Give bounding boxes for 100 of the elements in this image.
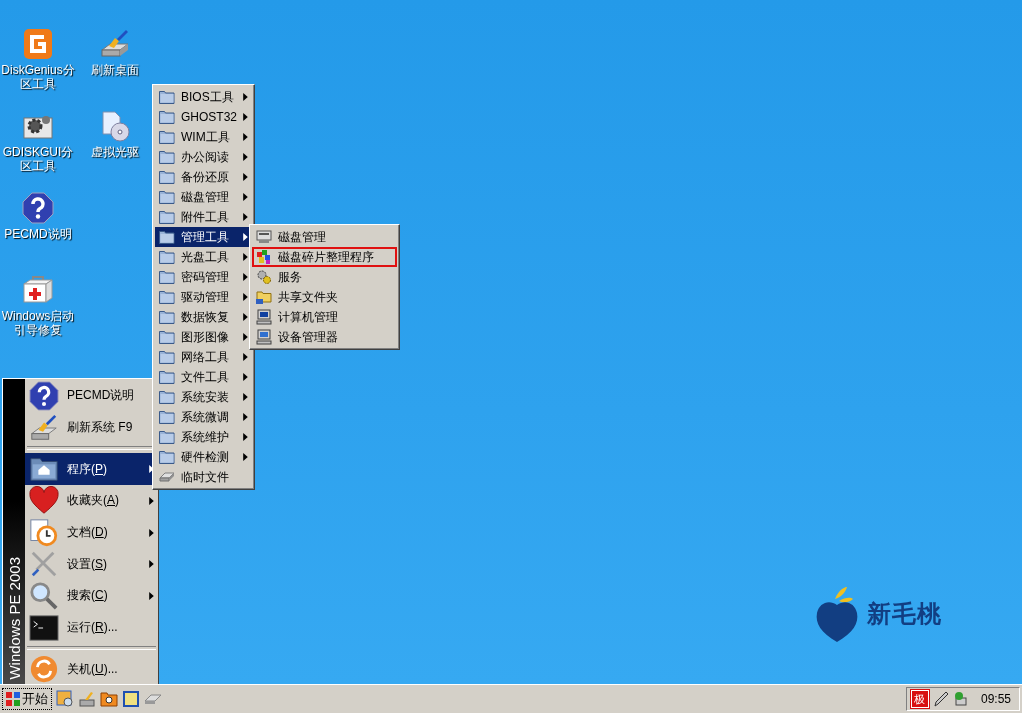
menu-item[interactable]: 磁盘管理	[252, 227, 397, 247]
menu-item[interactable]: 计算机管理	[252, 307, 397, 327]
folder-icon	[159, 290, 175, 304]
menu-item[interactable]: 数据恢复	[155, 307, 252, 327]
menu-item-label: 管理工具	[181, 228, 230, 246]
start-menu-item[interactable]: 收藏夹(A)	[25, 485, 158, 517]
folder-icon	[159, 270, 175, 284]
menu-item[interactable]: 服务	[252, 267, 397, 287]
menu-item[interactable]: 磁盘管理	[155, 187, 252, 207]
folder-icon	[159, 450, 175, 464]
menu-item-label: GHOST32	[181, 110, 237, 124]
menu-item[interactable]: 管理工具	[155, 227, 252, 247]
folder-search-icon[interactable]	[100, 690, 118, 708]
menu-item-label: 驱动管理	[181, 288, 230, 306]
help-icon	[22, 192, 54, 224]
menu-item[interactable]: 临时文件	[155, 467, 252, 487]
start-menu-item[interactable]: 设置(S)	[25, 548, 158, 580]
menu-item[interactable]: 办公阅读	[155, 147, 252, 167]
folder-icon	[159, 310, 175, 324]
menu-item[interactable]: 共享文件夹	[252, 287, 397, 307]
menu-item-label: 设备管理器	[278, 328, 339, 346]
menu-item-label: 磁盘管理	[278, 228, 327, 246]
folder-icon	[159, 390, 175, 404]
menu-item-label: 程序(P)	[67, 460, 108, 478]
menu-item-label: PECMD说明	[67, 387, 136, 405]
menu-item-label: 收藏夹(A)	[67, 492, 120, 510]
folder-icon	[159, 110, 175, 124]
folder-icon	[159, 170, 175, 184]
menu-item-label: 文档(D)	[67, 524, 109, 541]
menu-item[interactable]: 密码管理	[155, 267, 252, 287]
brush-drive-icon	[99, 28, 131, 60]
menu-item-label: 计算机管理	[278, 308, 339, 326]
folder-icon	[159, 130, 175, 144]
menu-item[interactable]: 磁盘碎片整理程序	[252, 247, 397, 267]
menu-item-label: 刷新系统 F9	[67, 419, 134, 436]
start-menu-item[interactable]: 刷新系统 F9	[25, 411, 158, 444]
menu-item-label: BIOS工具	[181, 88, 235, 106]
start-menu-item[interactable]: 运行(R)...	[25, 611, 158, 644]
menu-item-label: 服务	[278, 268, 303, 286]
disk-drive-icon	[256, 229, 272, 245]
menu-item[interactable]: 文件工具	[155, 367, 252, 387]
start-menu-item[interactable]: 文档(D)	[25, 516, 158, 549]
folder-icon	[159, 410, 175, 424]
folder-icon	[159, 190, 175, 204]
menu-item-label: 硬件检测	[181, 448, 230, 466]
menu-item-label: 运行(R)...	[67, 619, 119, 636]
folder-icon	[159, 370, 175, 384]
first-aid-kit-icon	[22, 274, 54, 306]
clock: 09:55	[980, 692, 1011, 706]
menu-item[interactable]: 光盘工具	[155, 247, 252, 267]
menu-item[interactable]: 图形图像	[155, 327, 252, 347]
g-logo-icon	[22, 28, 54, 60]
drive-icon	[159, 470, 175, 484]
input-method-icon[interactable]: 极	[910, 690, 929, 708]
start-menu-item[interactable]: 关机(U)...	[25, 653, 158, 684]
menu-item-label: 附件工具	[181, 208, 230, 226]
menu-item-label: 数据恢复	[181, 308, 230, 326]
picture-search-icon[interactable]	[56, 690, 74, 708]
menu-item-label: 图形图像	[181, 328, 230, 346]
computer-icon	[256, 329, 272, 345]
menu-item-label: 备份还原	[181, 168, 230, 186]
menu-item[interactable]: 备份还原	[155, 167, 252, 187]
peach-logo-icon	[815, 585, 859, 643]
menu-item[interactable]: 网络工具	[155, 347, 252, 367]
menu-item-label: 系统维护	[181, 428, 230, 446]
menu-item[interactable]: WIM工具	[155, 127, 252, 147]
menu-item[interactable]: BIOS工具	[155, 87, 252, 107]
menu-item-label: 文件工具	[181, 368, 230, 386]
logo-text: 新毛桃	[867, 599, 942, 629]
terminal-icon	[29, 612, 59, 643]
menu-item[interactable]: 驱动管理	[155, 287, 252, 307]
folder-icon	[159, 150, 175, 164]
start-menu-item[interactable]: 搜索(C)	[25, 580, 158, 612]
windows-grid-icon	[6, 692, 20, 706]
start-menu-item[interactable]: PECMD说明	[25, 380, 158, 412]
brush-drive-icon	[29, 412, 59, 443]
menu-item-label: 密码管理	[181, 268, 230, 286]
heart-icon	[29, 485, 59, 516]
folder-icon	[159, 230, 175, 244]
colorful-blocks-icon	[256, 249, 272, 265]
screen-frame-icon[interactable]	[122, 690, 140, 708]
menu-item[interactable]: 硬件检测	[155, 447, 252, 467]
menu-item-label: 光盘工具	[181, 248, 230, 266]
folder-icon	[159, 250, 175, 264]
menu-item[interactable]: GHOST32	[155, 107, 252, 127]
start-button[interactable]: 开始	[2, 688, 52, 710]
shared-folder-icon	[256, 289, 272, 305]
menu-item-label: WIM工具	[181, 128, 231, 146]
menu-item[interactable]: 系统安装	[155, 387, 252, 407]
folder-icon	[159, 210, 175, 224]
menu-item-label: 系统微调	[181, 408, 230, 426]
menu-item-label: 设置(S)	[67, 555, 108, 573]
pen-icon[interactable]	[932, 691, 949, 707]
search-icon	[29, 580, 59, 611]
menu-item-label: 系统安装	[181, 388, 230, 406]
menu-item[interactable]: 设备管理器	[252, 327, 397, 347]
menu-item[interactable]: 系统微调	[155, 407, 252, 427]
menu-item[interactable]: 系统维护	[155, 427, 252, 447]
menu-item[interactable]: 附件工具	[155, 207, 252, 227]
folder-icon	[159, 350, 175, 364]
